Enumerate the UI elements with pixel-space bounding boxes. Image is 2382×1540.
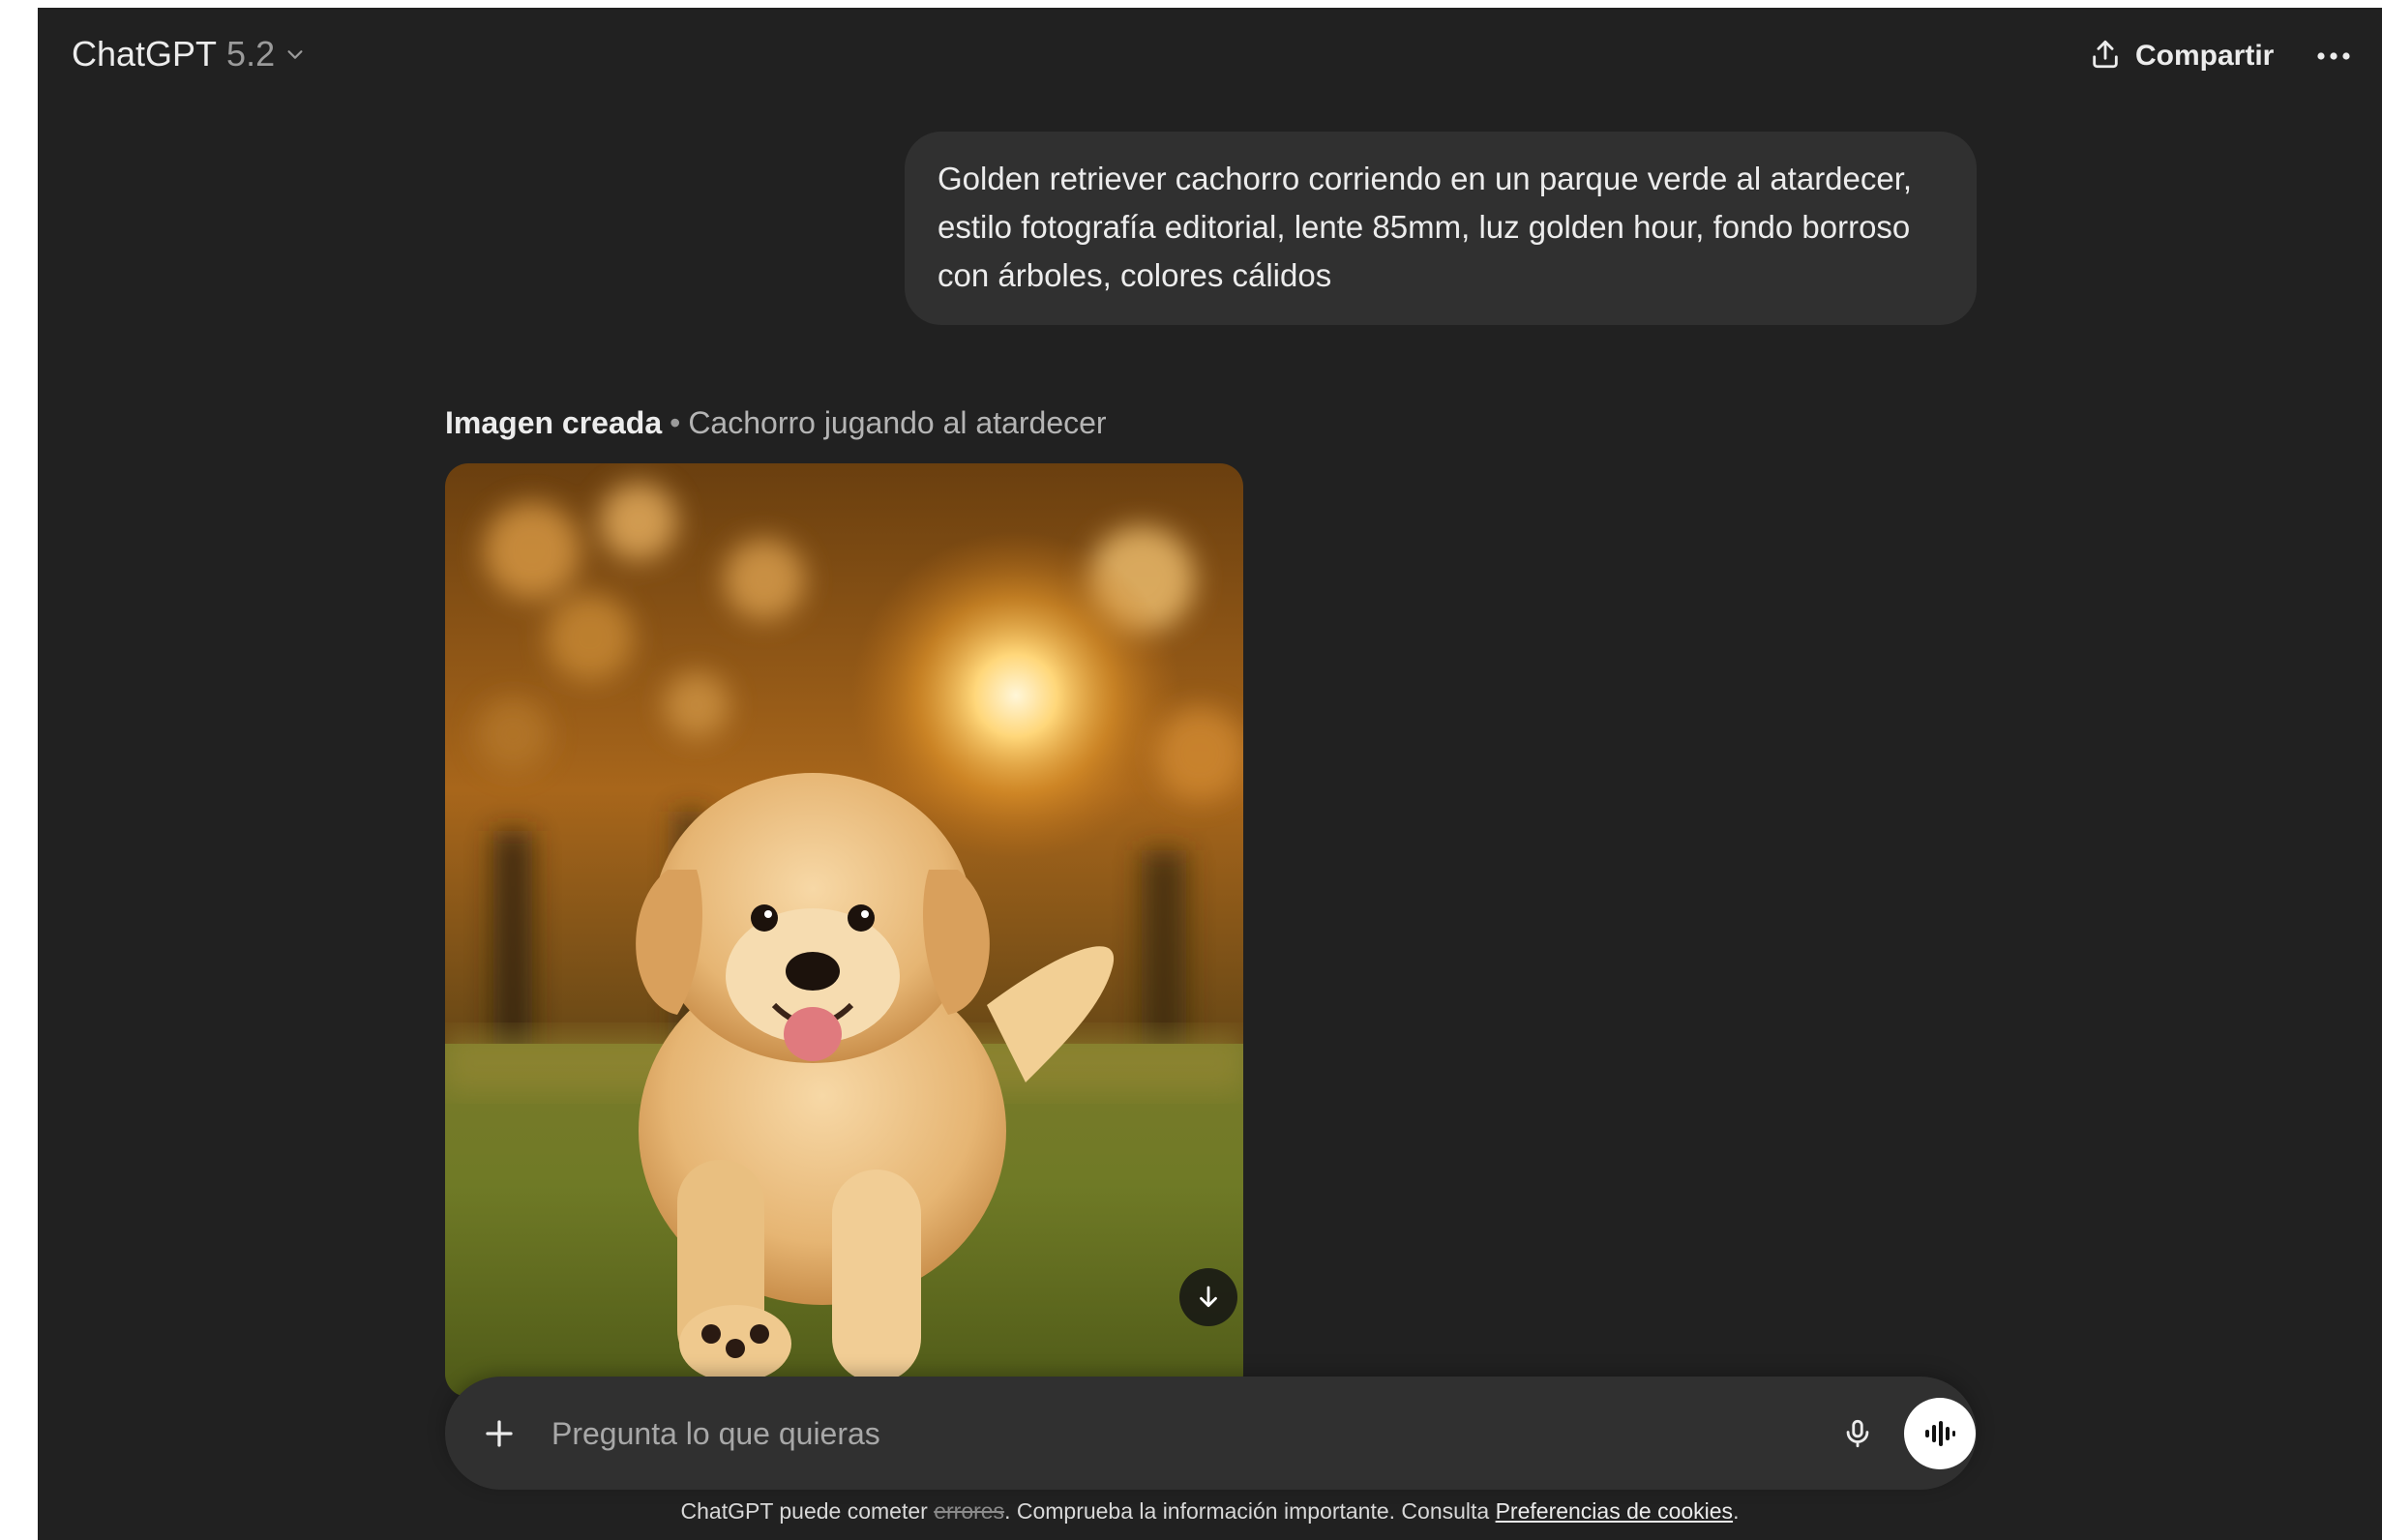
voice-waveform-icon [1925, 1421, 1955, 1446]
share-button[interactable]: Compartir [2089, 33, 2274, 79]
disclaimer-struck: errores [934, 1498, 1005, 1524]
share-label: Compartir [2135, 40, 2275, 72]
disclaimer: ChatGPT puede cometer errores. Comprueba… [38, 1498, 2382, 1525]
plus-icon [486, 1420, 513, 1447]
image-result-header: Imagen creada • Cachorro jugando al atarde… [445, 405, 1107, 441]
cookie-preferences-link[interactable]: Preferencias de cookies [1496, 1498, 1733, 1524]
download-arrow-icon [1200, 1286, 1217, 1308]
attach-button[interactable] [474, 1408, 524, 1459]
chat-window: ChatGPT 5.2 Compartir Golden retriever c… [38, 8, 2382, 1540]
message-composer [445, 1377, 1977, 1490]
image-created-label: Imagen creada [445, 405, 663, 440]
disclaimer-start: ChatGPT puede cometer [680, 1498, 928, 1524]
microphone-icon [1846, 1419, 1869, 1448]
disclaimer-end: . [1733, 1498, 1740, 1524]
generated-image[interactable] [445, 463, 1243, 1397]
model-version: 5.2 [226, 34, 276, 74]
more-horizontal-icon [2317, 52, 2350, 60]
dictate-button[interactable] [1832, 1408, 1883, 1459]
share-upload-icon [2089, 38, 2122, 75]
user-message-bubble: Golden retriever cachorro corriendo en u… [905, 132, 1977, 325]
model-name: ChatGPT [72, 34, 218, 74]
chevron-down-icon [284, 42, 310, 67]
disclaimer-middle: . Comprueba la información importante. C… [1004, 1498, 1490, 1524]
image-title: Cachorro jugando al atardecer [688, 405, 1107, 440]
voice-mode-button[interactable] [1904, 1398, 1976, 1469]
download-image-button[interactable] [1179, 1268, 1237, 1326]
more-options-button[interactable] [2307, 37, 2361, 75]
model-selector[interactable]: ChatGPT 5.2 [72, 31, 310, 77]
prompt-input[interactable] [550, 1404, 1666, 1464]
user-message-text: Golden retriever cachorro corriendo en u… [938, 161, 1913, 293]
header-separator: • [670, 405, 681, 440]
top-bar: ChatGPT 5.2 Compartir [38, 8, 2382, 101]
